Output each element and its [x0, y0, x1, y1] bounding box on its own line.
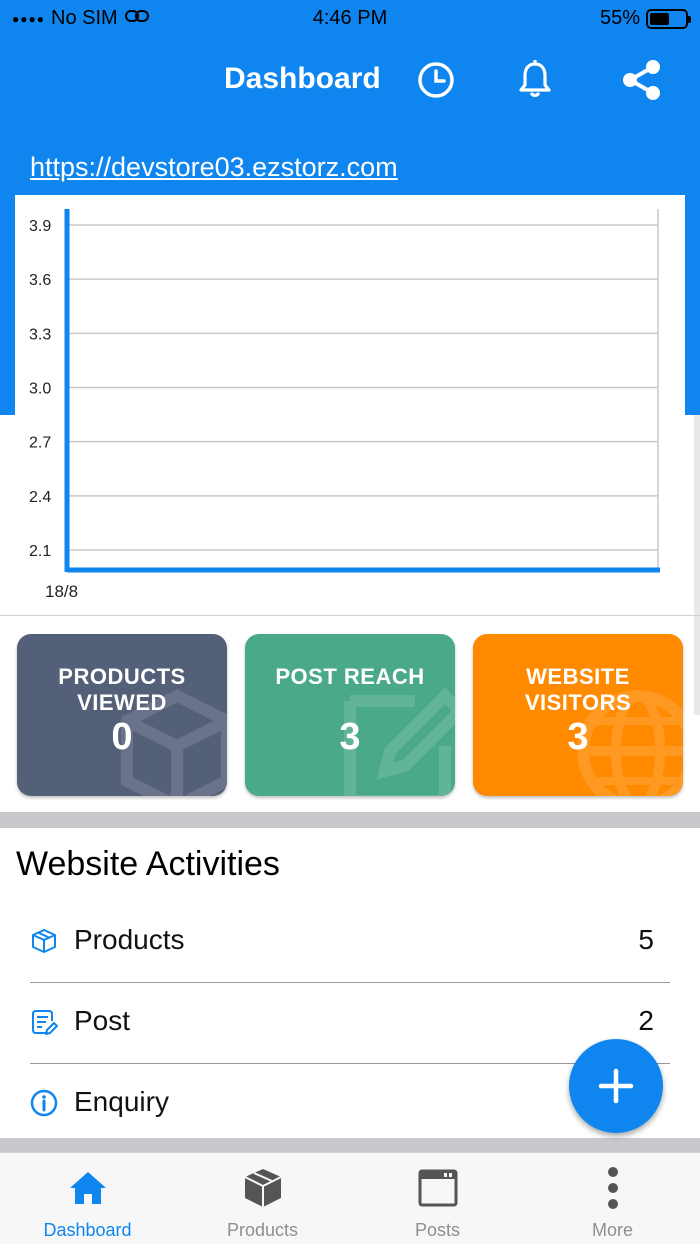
battery-fill [650, 12, 669, 25]
y-tick-label: 3.6 [29, 272, 51, 289]
home-icon [69, 1172, 106, 1204]
clock: 4:46 PM [312, 7, 388, 29]
status-right: 55% [599, 7, 691, 30]
notifications-button[interactable] [513, 58, 557, 102]
y-tick-label: 2.7 [29, 435, 51, 452]
activity-name: Enquiry [74, 1086, 169, 1117]
x-tick-label: 18/8 [45, 582, 78, 601]
stat-label: POST REACH [275, 664, 425, 689]
box-icon [244, 1169, 281, 1207]
box-icon [32, 929, 56, 953]
analytics-chart: 3.9 3.6 3.3 3.0 2.7 2.4 2.1 18/8 [15, 195, 685, 615]
chart-divider [0, 615, 700, 616]
battery-percent: 55% [599, 7, 640, 29]
stat-value: 3 [567, 716, 589, 758]
y-tick-label: 3.9 [29, 218, 51, 235]
tab-dashboard[interactable]: Dashboard [0, 1153, 175, 1244]
activity-count: 2 [638, 1005, 654, 1036]
stat-card-products-viewed[interactable]: PRODUCTS VIEWED 0 [17, 634, 227, 796]
stat-card-post-reach[interactable]: POST REACH 3 [245, 634, 455, 796]
status-bar: ●●●● No SIM 4:46 PM 55% [0, 0, 700, 38]
more-vertical-icon [607, 1167, 618, 1209]
section-separator [0, 812, 700, 828]
battery-icon [646, 8, 691, 29]
bell-icon [519, 60, 551, 98]
activity-row-products[interactable]: Products 5 [30, 903, 670, 983]
stat-value: 0 [111, 716, 133, 758]
tab-label: More [591, 1220, 633, 1240]
activities-title: Website Activities [16, 845, 280, 883]
calendar-icon [418, 1169, 457, 1207]
y-tick-label: 3.3 [29, 326, 51, 343]
bottom-separator [0, 1138, 700, 1152]
stat-label: PRODUCTS VIEWED [58, 664, 186, 715]
document-edit-icon [32, 1010, 58, 1035]
tab-more[interactable]: More [525, 1153, 700, 1244]
clock-icon [418, 62, 454, 98]
stat-value: 3 [339, 716, 361, 758]
y-tick-label: 2.1 [29, 543, 51, 560]
y-tick-label: 3.0 [29, 381, 51, 398]
app-header: Dashboard [0, 50, 700, 110]
info-icon [30, 1089, 58, 1117]
plus-icon [598, 1068, 634, 1104]
activity-name: Post [74, 1005, 131, 1036]
tab-label: Dashboard [43, 1220, 132, 1240]
history-button[interactable] [414, 58, 458, 102]
tab-posts[interactable]: Posts [350, 1153, 525, 1244]
tab-label: Products [226, 1220, 299, 1240]
tab-label: Posts [414, 1220, 461, 1240]
store-url-link[interactable]: https://devstore03.ezstorz.com [30, 152, 398, 183]
activity-count: 5 [638, 924, 654, 955]
page-title: Dashboard [224, 62, 381, 95]
share-button[interactable] [620, 58, 664, 102]
y-tick-label: 2.4 [29, 489, 51, 506]
stat-card-website-visitors[interactable]: WEBSITE VISITORS 3 [473, 634, 683, 796]
activity-row-post[interactable]: Post 2 [30, 984, 670, 1064]
tab-bar: Dashboard Products Posts More [0, 1152, 700, 1244]
chart-canvas: 3.9 3.6 3.3 3.0 2.7 2.4 2.1 18/8 [29, 209, 660, 601]
activity-name: Products [74, 924, 185, 955]
stat-label: WEBSITE VISITORS [524, 664, 632, 715]
add-button[interactable] [569, 1039, 663, 1133]
share-icon [623, 60, 660, 100]
tab-products[interactable]: Products [175, 1153, 350, 1244]
scroll-indicator [694, 415, 700, 715]
